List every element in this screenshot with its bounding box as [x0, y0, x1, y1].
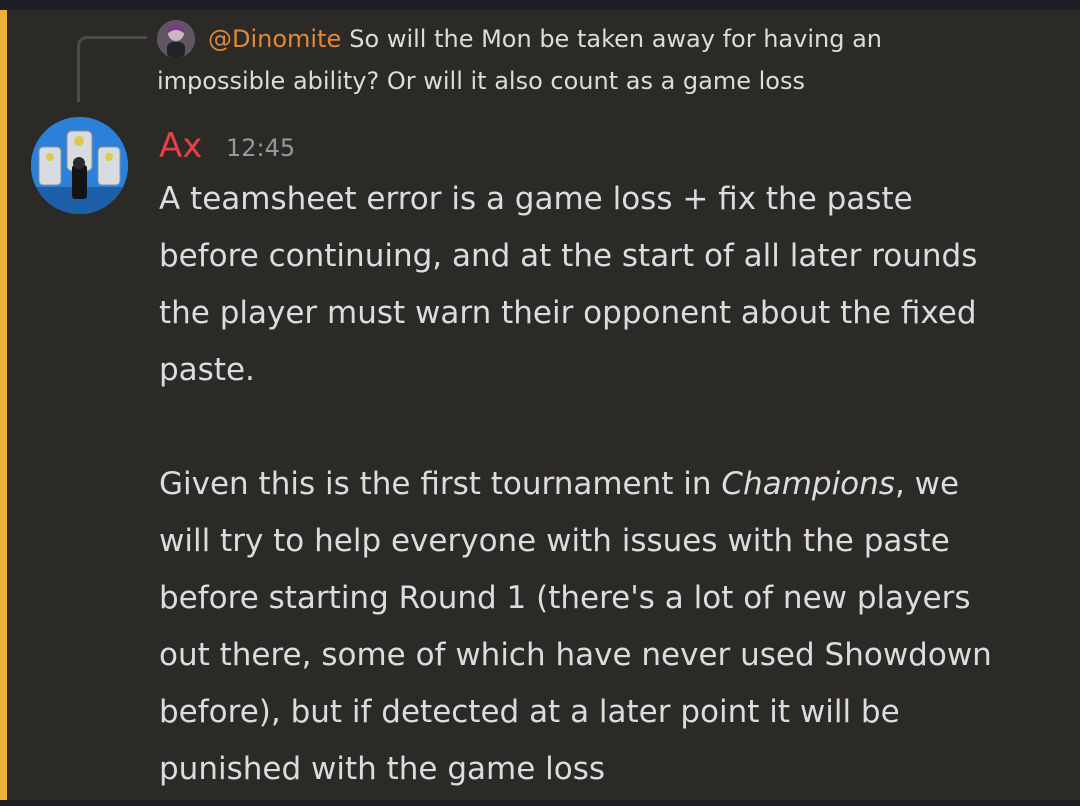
message-line: will try to help everyone with issues wi… [159, 523, 950, 559]
message-author[interactable]: Ax [159, 124, 202, 168]
reply-connector [77, 36, 147, 102]
message-line: out there, some of which have never used… [159, 637, 992, 673]
message-timestamp[interactable]: 12:45 [226, 130, 295, 166]
trainer-avatar-icon [31, 117, 128, 214]
italic-title: Champions [721, 466, 895, 502]
reply-preview[interactable]: @Dinomite So will the Mon be taken away f… [157, 18, 917, 102]
message-line: before starting Round 1 (there's a lot o… [159, 580, 971, 616]
chat-view: @Dinomite So will the Mon be taken away f… [0, 0, 1080, 806]
message-line: before), but if detected at a later poin… [159, 694, 900, 730]
mention-highlight-bar [0, 10, 7, 800]
top-divider [0, 0, 1080, 10]
message-text: , we [894, 466, 960, 502]
message-line: A teamsheet error is a game loss + fix t… [159, 181, 913, 217]
message-line: punished with the game loss [159, 751, 606, 787]
message-line: the player must warn their opponent abou… [159, 295, 977, 331]
message-line: paste. [159, 352, 255, 388]
paragraph-break [159, 399, 1064, 456]
message-line: before continuing, and at the start of a… [159, 238, 978, 274]
message-line: Given this is the first tournament in Ch… [159, 456, 1064, 513]
message-text: Given this is the first tournament in [159, 466, 722, 502]
message-content: A teamsheet error is a game loss + fix t… [159, 171, 1064, 798]
reply-author-mention[interactable]: @Dinomite [208, 25, 341, 53]
author-avatar[interactable] [31, 117, 128, 214]
bottom-divider [0, 800, 1080, 806]
